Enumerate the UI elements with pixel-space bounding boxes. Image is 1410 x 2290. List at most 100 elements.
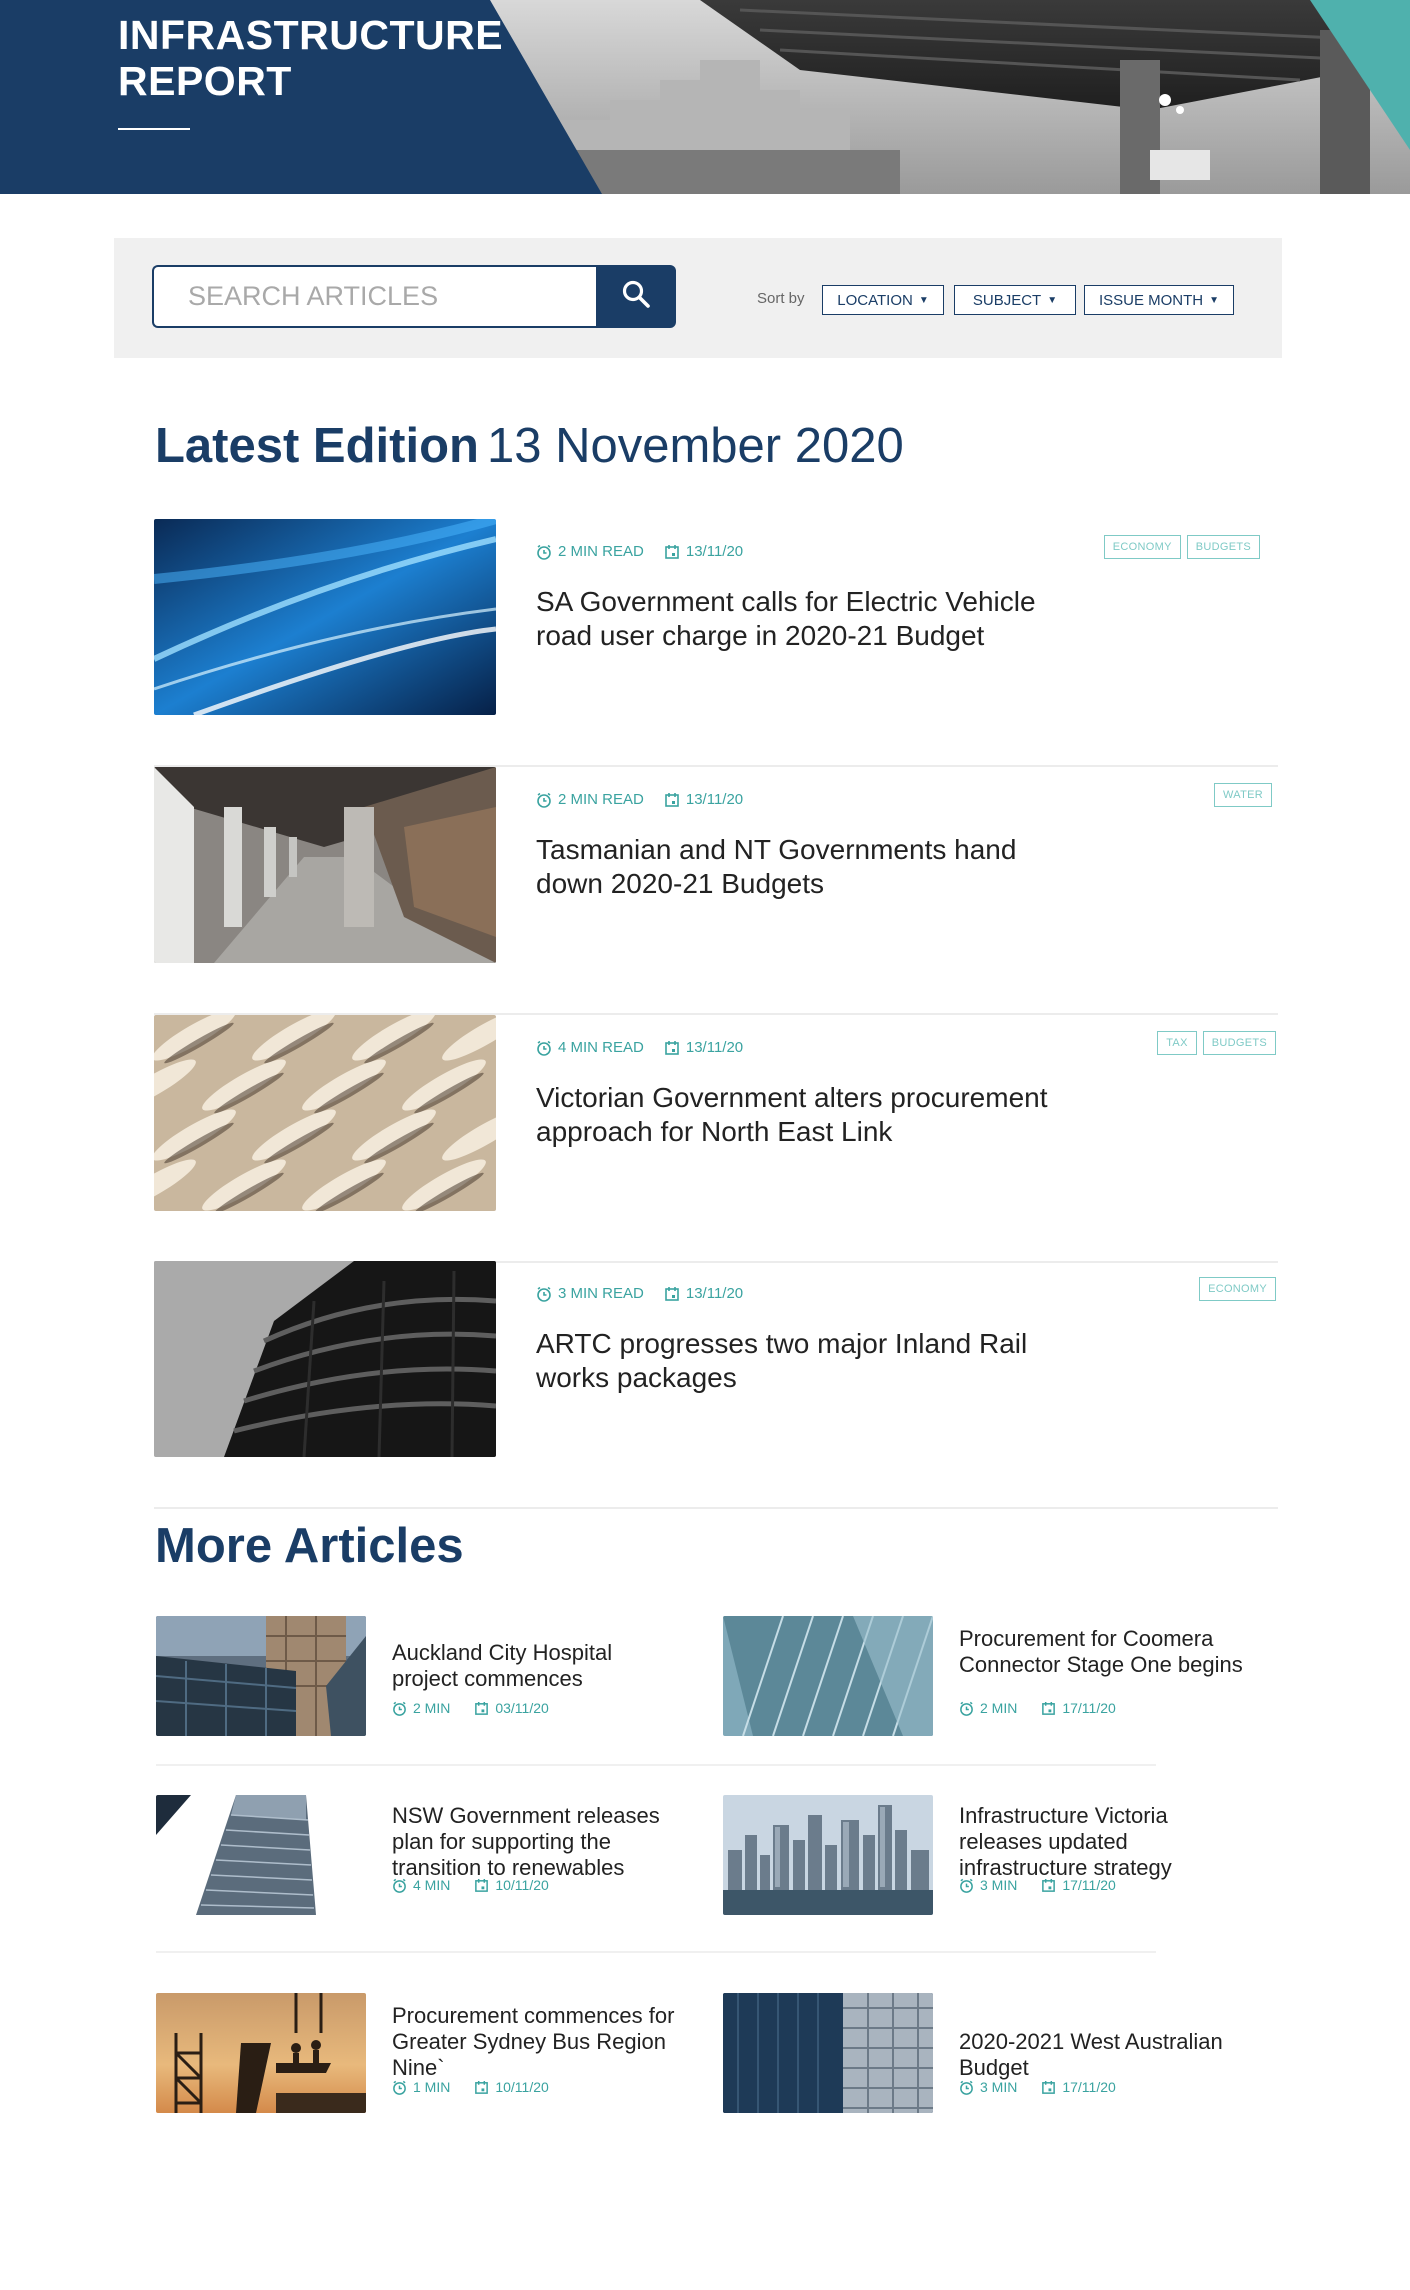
more-article-title[interactable]: Auckland City Hospital project commences [392, 1640, 682, 1692]
sort-location-dropdown[interactable]: LOCATION ▼ [822, 285, 944, 315]
tag-budgets[interactable]: BUDGETS [1202, 1031, 1276, 1055]
publish-date: 03/11/20 [474, 1700, 549, 1716]
read-time: 3 MIN [959, 2079, 1017, 2095]
calendar-icon [475, 1878, 489, 1892]
title-underline [118, 128, 190, 130]
more-article-card[interactable]: Procurement for Coomera Connector Stage … [723, 1616, 1283, 1756]
article-thumbnail[interactable] [154, 1261, 496, 1457]
read-time: 1 MIN [392, 2079, 450, 2095]
tag-tax[interactable]: TAX [1157, 1031, 1197, 1055]
article-title[interactable]: SA Government calls for Electric Vehicle… [536, 585, 1056, 653]
sort-by-label: Sort by [757, 290, 805, 307]
clock-icon [960, 1701, 973, 1716]
caret-down-icon: ▼ [1047, 294, 1058, 306]
more-article-card[interactable]: NSW Government releases plan for support… [156, 1795, 716, 1935]
article-card[interactable]: 2 MIN READ 13/11/20 Tasmanian and NT Gov… [154, 767, 1278, 1015]
more-article-meta: 1 MIN 10/11/20 [392, 2079, 573, 2095]
calendar-icon [665, 1040, 679, 1055]
article-thumbnail[interactable] [154, 519, 496, 715]
sort-subject-dropdown[interactable]: SUBJECT ▼ [954, 285, 1076, 315]
read-time: 3 MIN READ [536, 1285, 644, 1302]
more-article-title[interactable]: NSW Government releases plan for support… [392, 1803, 682, 1881]
article-meta: 2 MIN READ 13/11/20 [536, 791, 763, 808]
more-article-thumbnail[interactable] [156, 1993, 366, 2113]
caret-down-icon: ▼ [1209, 294, 1220, 306]
publish-date-text: 03/11/20 [495, 1700, 549, 1716]
read-time: 2 MIN READ [536, 791, 644, 808]
more-article-title[interactable]: Procurement for Coomera Connector Stage … [959, 1626, 1249, 1678]
publish-date: 17/11/20 [1041, 1877, 1116, 1893]
calendar-icon [1042, 1878, 1056, 1892]
calendar-icon [665, 544, 679, 559]
article-title[interactable]: Tasmanian and NT Governments hand down 2… [536, 833, 1056, 901]
more-article-title[interactable]: 2020-2021 West Australian Budget [959, 2029, 1249, 2081]
publish-date-text: 13/11/20 [685, 1039, 744, 1056]
sort-issue-month-dropdown[interactable]: ISSUE MONTH ▼ [1084, 285, 1234, 315]
publish-date-text: 17/11/20 [1062, 1877, 1116, 1893]
read-time-text: 2 MIN READ [558, 791, 644, 808]
clock-icon [393, 1878, 406, 1893]
edition-date: 13 November 2020 [486, 419, 904, 473]
sort-option-label: ISSUE MONTH [1098, 291, 1204, 309]
article-card[interactable]: 4 MIN READ 13/11/20 Victorian Government… [154, 1015, 1278, 1263]
row-divider [156, 1951, 1156, 1953]
tag-budgets[interactable]: BUDGETS [1186, 535, 1260, 559]
calendar-icon [1042, 1701, 1056, 1715]
article-meta: 2 MIN READ 13/11/20 [536, 543, 763, 560]
read-time: 2 MIN READ [536, 543, 644, 560]
article-title[interactable]: ARTC progresses two major Inland Rail wo… [536, 1327, 1056, 1395]
more-article-meta: 2 MIN 03/11/20 [392, 1700, 573, 1716]
search-input[interactable] [154, 267, 640, 326]
read-time: 2 MIN [959, 1700, 1017, 1716]
article-thumbnail[interactable] [154, 1015, 496, 1211]
clock-icon [537, 544, 551, 560]
more-article-thumbnail[interactable] [723, 1993, 933, 2113]
more-article-card[interactable]: Procurement commences for Greater Sydney… [156, 1993, 716, 2133]
read-time-text: 3 MIN [980, 1877, 1018, 1893]
publish-date-text: 10/11/20 [495, 2079, 549, 2095]
article-card[interactable]: 3 MIN READ 13/11/20 ARTC progresses two … [154, 1261, 1278, 1509]
more-article-meta: 4 MIN 10/11/20 [392, 1877, 573, 1893]
more-article-card[interactable]: 2020-2021 West Australian Budget 3 MIN 1… [723, 1993, 1283, 2133]
publish-date: 13/11/20 [664, 1285, 743, 1302]
tag-economy[interactable]: ECONOMY [1199, 1277, 1276, 1301]
tag-economy[interactable]: ECONOMY [1103, 535, 1181, 559]
more-article-thumbnail[interactable] [723, 1616, 933, 1736]
publish-date: 17/11/20 [1041, 1700, 1116, 1716]
search-button[interactable] [596, 265, 676, 328]
publish-date-text: 13/11/20 [685, 543, 744, 560]
more-article-card[interactable]: Infrastructure Victoria releases updated… [723, 1795, 1283, 1935]
calendar-icon [665, 1286, 679, 1301]
more-article-thumbnail[interactable] [156, 1795, 366, 1915]
article-tags: WATER [1214, 783, 1272, 807]
publish-date-text: 17/11/20 [1062, 2079, 1116, 2095]
publish-date: 13/11/20 [664, 543, 743, 560]
clock-icon [393, 2080, 406, 2095]
more-article-meta: 3 MIN 17/11/20 [959, 2079, 1140, 2095]
publish-date: 17/11/20 [1041, 2079, 1116, 2095]
more-article-title[interactable]: Procurement commences for Greater Sydney… [392, 2003, 682, 2081]
more-article-thumbnail[interactable] [156, 1616, 366, 1736]
search-icon [621, 279, 651, 314]
article-card[interactable]: 2 MIN READ 13/11/20 SA Government calls … [154, 519, 1278, 767]
site-header: INFRASTRUCTURE REPORT [0, 0, 1410, 194]
more-article-thumbnail[interactable] [723, 1795, 933, 1915]
read-time-text: 1 MIN [413, 2079, 451, 2095]
publish-date-text: 13/11/20 [685, 791, 744, 808]
article-thumbnail[interactable] [154, 767, 496, 963]
read-time-text: 2 MIN [980, 1700, 1018, 1716]
read-time-text: 3 MIN READ [558, 1285, 644, 1302]
read-time: 4 MIN [392, 1877, 450, 1893]
more-article-card[interactable]: Auckland City Hospital project commences… [156, 1616, 716, 1756]
publish-date: 13/11/20 [664, 1039, 743, 1056]
more-article-meta: 3 MIN 17/11/20 [959, 1877, 1140, 1893]
more-articles-heading: More Articles [155, 1519, 464, 1573]
read-time-text: 3 MIN [980, 2079, 1018, 2095]
article-tags: TAX BUDGETS [1157, 1031, 1276, 1055]
read-time-text: 2 MIN READ [558, 543, 644, 560]
more-article-title[interactable]: Infrastructure Victoria releases updated… [959, 1803, 1249, 1881]
sort-option-label: SUBJECT [972, 291, 1042, 309]
article-meta: 4 MIN READ 13/11/20 [536, 1039, 763, 1056]
article-title[interactable]: Victorian Government alters procurement … [536, 1081, 1056, 1149]
tag-water[interactable]: WATER [1214, 783, 1272, 807]
